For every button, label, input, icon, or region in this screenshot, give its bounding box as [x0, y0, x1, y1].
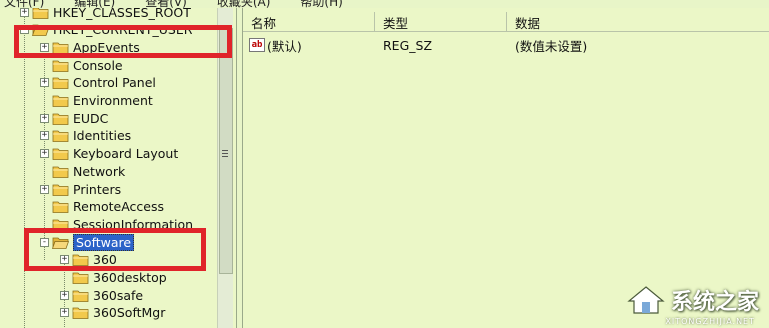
folder-icon [52, 200, 69, 214]
expand-icon[interactable]: + [60, 290, 69, 300]
value-data: (数值未设置) [515, 38, 588, 54]
folder-icon [52, 76, 69, 90]
folder-icon [52, 94, 69, 107]
tree-item-label: Keyboard Layout [73, 146, 179, 162]
tree-item[interactable]: + Keyboard Layout [40, 145, 178, 163]
folder-icon [32, 8, 49, 19]
column-header-type[interactable]: 类型 [375, 12, 507, 32]
tree-item[interactable]: +360SoftMgr [60, 304, 165, 322]
tree-item[interactable]: Environment [40, 92, 153, 110]
folder-icon [72, 271, 89, 284]
watermark-text: 系统之家 [670, 290, 759, 315]
tree-item[interactable]: + Printers [40, 180, 121, 198]
table-row[interactable]: ab (默认) REG_SZ (数值未设置) [243, 36, 769, 54]
expand-icon[interactable]: + [60, 308, 69, 318]
expand-icon[interactable]: + [20, 8, 29, 17]
tree-item-label: EUDC [73, 110, 109, 126]
folder-icon [72, 306, 89, 320]
folder-icon [52, 112, 69, 125]
tree-item-label: Console [73, 57, 123, 73]
tree-item[interactable]: + Identities [40, 127, 131, 145]
grip-icon [222, 150, 228, 157]
tree-item[interactable]: 360desktop [60, 269, 167, 287]
tree-item[interactable]: +360safe [60, 286, 143, 304]
tree-item-label: Environment [73, 93, 153, 108]
folder-icon [52, 129, 69, 143]
tree-item[interactable]: + Control Panel [40, 74, 156, 92]
tree-item[interactable]: Network [40, 162, 125, 180]
tree-item-label: 360SoftMgr [93, 305, 166, 321]
folder-icon [52, 183, 69, 196]
string-value-icon: ab [249, 38, 265, 52]
folder-icon [72, 289, 89, 302]
highlight-box-current-user [14, 25, 232, 58]
tree-item-label: 360desktop [93, 270, 167, 285]
tree-item[interactable]: Console [40, 56, 123, 74]
folder-icon [52, 165, 69, 178]
expand-icon[interactable]: + [40, 78, 49, 88]
column-header-data[interactable]: 数据 [507, 12, 769, 32]
folder-icon [52, 59, 69, 72]
expand-icon[interactable]: + [40, 184, 49, 194]
tree-item-label: RemoteAccess [73, 199, 165, 215]
tree-item-label: Printers [73, 181, 122, 197]
tree-item-label: Network [73, 163, 126, 179]
expand-icon[interactable]: + [40, 131, 49, 141]
house-logo-icon [627, 286, 665, 314]
tree-item-label: HKEY_CLASSES_ROOT [53, 8, 191, 20]
tree-item[interactable]: + HKEY_CLASSES_ROOT [20, 8, 191, 21]
expand-icon[interactable]: + [40, 149, 49, 159]
values-list[interactable]: 名称 类型 数据 ab (默认) REG_SZ (数值未设置) [242, 8, 769, 328]
tree-item[interactable]: + EUDC [40, 109, 108, 127]
value-name: (默认) [267, 38, 302, 54]
tree-item-label: Control Panel [73, 75, 156, 91]
watermark-subtext: XITONGZHIJIA.NET [665, 317, 755, 326]
tree-item[interactable]: RemoteAccess [40, 198, 164, 216]
column-header-name[interactable]: 名称 [243, 12, 375, 32]
highlight-box-software [24, 228, 206, 271]
expand-icon[interactable]: + [40, 113, 49, 123]
tree-item-label: 360safe [93, 287, 144, 303]
folder-icon [52, 147, 69, 160]
value-type: REG_SZ [383, 37, 433, 53]
value-name-cell: ab (默认) [249, 36, 302, 54]
watermark: 系统之家 [627, 284, 759, 316]
tree-item-label: Identities [73, 128, 132, 144]
